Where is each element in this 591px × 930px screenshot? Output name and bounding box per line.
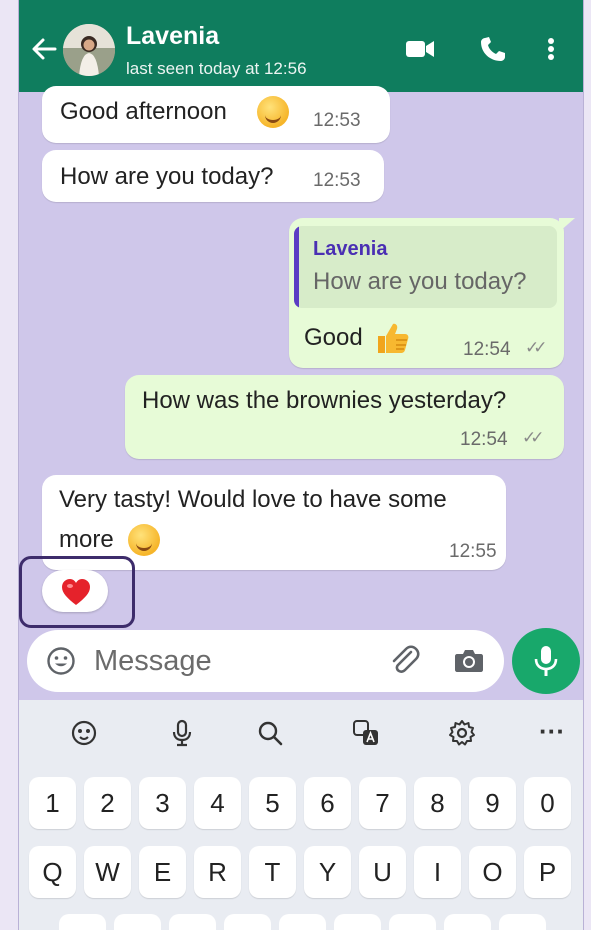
key-6[interactable]: 6	[304, 777, 351, 829]
key-o[interactable]: O	[469, 846, 516, 898]
message-compose-bar	[27, 630, 504, 692]
translate-icon[interactable]	[351, 718, 381, 748]
more-icon[interactable]: ···	[539, 716, 565, 747]
reaction-highlight-box	[19, 556, 135, 628]
message-bubble-incoming[interactable]: How are you today? 12:53	[42, 150, 384, 202]
avatar[interactable]	[63, 24, 115, 76]
message-bubble-outgoing[interactable]: How was the brownies yesterday? 12:54 ✓✓	[125, 375, 564, 459]
contact-name[interactable]: Lavenia	[126, 22, 219, 51]
face-savoring-food-emoji-icon	[128, 524, 160, 556]
voice-message-button[interactable]	[512, 628, 580, 694]
chat-header: Lavenia last seen today at 12:56	[19, 0, 583, 92]
key-2[interactable]: 2	[84, 777, 131, 829]
key-u[interactable]: U	[359, 846, 406, 898]
keyboard-toolbar: ···	[19, 700, 583, 766]
key-1[interactable]: 1	[29, 777, 76, 829]
back-arrow-icon[interactable]	[29, 34, 59, 64]
search-icon[interactable]	[255, 718, 285, 748]
quoted-message-text: How are you today?	[313, 268, 527, 295]
chat-area: Good afternoon 12:53 How are you today? …	[19, 86, 583, 632]
bubble-tail	[559, 218, 575, 232]
emoji-icon[interactable]	[46, 646, 76, 676]
key-5[interactable]: 5	[249, 777, 296, 829]
key-w[interactable]: W	[84, 846, 131, 898]
key-9[interactable]: 9	[469, 777, 516, 829]
quoted-sender-name: Lavenia	[313, 238, 388, 260]
key-p[interactable]: P	[524, 846, 571, 898]
key-7[interactable]: 7	[359, 777, 406, 829]
message-text: How are you today?	[60, 163, 274, 190]
keyboard-row-partial	[59, 914, 546, 930]
key-3[interactable]: 3	[139, 777, 186, 829]
key-4[interactable]: 4	[194, 777, 241, 829]
last-seen-status: last seen today at 12:56	[126, 59, 307, 78]
thumbs-up-emoji-icon	[378, 323, 409, 353]
message-time: 12:55	[449, 541, 497, 562]
key-0[interactable]: 0	[524, 777, 571, 829]
smiling-face-emoji-icon	[257, 96, 289, 128]
attachment-icon[interactable]	[387, 644, 421, 678]
read-receipt-icon: ✓✓	[522, 428, 544, 447]
voice-input-icon[interactable]	[167, 718, 197, 748]
key-e[interactable]: E	[139, 846, 186, 898]
message-text: Good	[304, 324, 363, 351]
message-text: more	[59, 526, 114, 553]
keyboard: ··· 1 2 3 4 5 6 7 8 9 0 Q W E R T Y U I …	[19, 700, 583, 930]
message-time: 12:53	[313, 170, 361, 191]
video-call-icon[interactable]	[403, 34, 437, 64]
key-r[interactable]: R	[194, 846, 241, 898]
microphone-icon	[534, 646, 558, 676]
camera-icon[interactable]	[453, 645, 485, 675]
emoji-sticker-icon[interactable]	[69, 718, 99, 748]
voice-call-icon[interactable]	[477, 34, 511, 64]
message-text: Good afternoon	[60, 98, 227, 125]
more-options-icon[interactable]	[539, 34, 563, 64]
message-time: 12:53	[313, 110, 361, 131]
key-i[interactable]: I	[414, 846, 461, 898]
message-text: How was the brownies yesterday?	[142, 387, 507, 414]
message-bubble-outgoing[interactable]: Lavenia How are you today? Good 12:54 ✓✓	[289, 218, 564, 368]
message-time: 12:54	[460, 429, 508, 450]
read-receipt-icon: ✓✓	[525, 338, 547, 357]
message-input[interactable]	[94, 642, 364, 680]
quote-accent-bar	[294, 226, 299, 308]
phone-screen: Lavenia last seen today at 12:56 Good af…	[18, 0, 584, 930]
key-y[interactable]: Y	[304, 846, 351, 898]
settings-icon[interactable]	[447, 718, 477, 748]
key-q[interactable]: Q	[29, 846, 76, 898]
message-time: 12:54	[463, 339, 511, 360]
message-text: Very tasty! Would love to have some	[59, 486, 447, 513]
message-bubble-incoming[interactable]: Good afternoon 12:53	[42, 86, 390, 143]
key-t[interactable]: T	[249, 846, 296, 898]
key-8[interactable]: 8	[414, 777, 461, 829]
quoted-message[interactable]: Lavenia How are you today?	[294, 226, 557, 308]
